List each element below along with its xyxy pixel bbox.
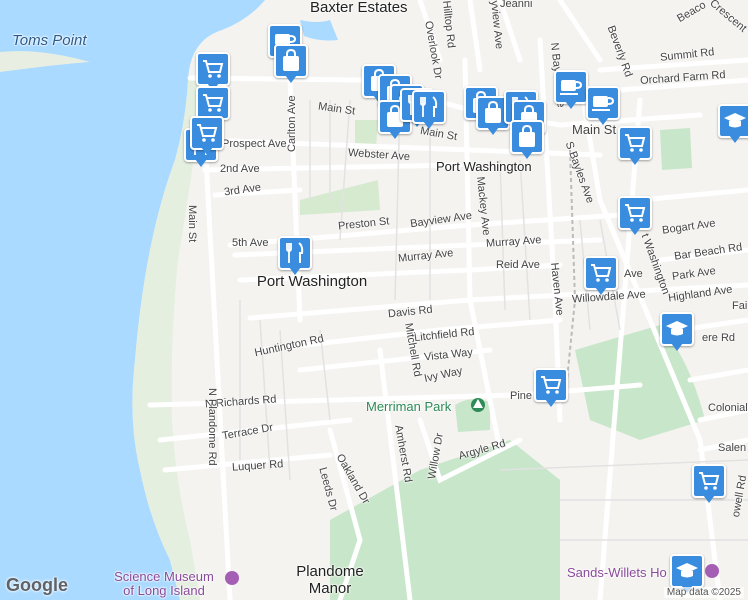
marker-pointer bbox=[671, 343, 683, 351]
grocery-cart-icon bbox=[584, 256, 618, 290]
grocery-cart-icon bbox=[190, 116, 224, 150]
street-label: N Plandome Rd bbox=[206, 388, 218, 466]
marker-pointer bbox=[565, 101, 577, 109]
map-marker-grocery-cart[interactable] bbox=[534, 368, 568, 408]
poi-label-merriman-park[interactable]: Merriman Park bbox=[366, 399, 451, 414]
place-label-port-washington: Port Washington bbox=[256, 273, 368, 290]
map-marker-grocery-cart[interactable] bbox=[584, 256, 618, 296]
coffee-icon bbox=[554, 70, 588, 104]
map-marker-school[interactable] bbox=[718, 104, 748, 144]
marker-pointer bbox=[487, 127, 499, 135]
map-marker-grocery-cart[interactable] bbox=[618, 126, 652, 166]
grocery-cart-icon bbox=[534, 368, 568, 402]
street-label: Fai bbox=[732, 300, 748, 312]
map-marker-grocery-cart[interactable] bbox=[190, 116, 224, 156]
coffee-icon bbox=[586, 86, 620, 120]
marker-pointer bbox=[629, 227, 641, 235]
map-marker-grocery-cart[interactable] bbox=[618, 196, 652, 236]
marker-pointer bbox=[629, 157, 641, 165]
street-label: 2nd Ave bbox=[220, 163, 260, 175]
grocery-cart-icon bbox=[618, 196, 652, 230]
grocery-cart-icon bbox=[618, 126, 652, 160]
place-label-plandome-manor: Plandome Manor bbox=[296, 563, 364, 597]
grocery-cart-icon bbox=[196, 52, 230, 86]
marker-pointer bbox=[423, 121, 435, 129]
street-label: Jeanni bbox=[500, 0, 533, 10]
school-icon bbox=[660, 312, 694, 346]
marker-pointer bbox=[285, 75, 297, 83]
map-marker-coffee[interactable] bbox=[586, 86, 620, 126]
map-marker-restaurant[interactable] bbox=[412, 90, 446, 130]
street-label: 5th Ave bbox=[232, 237, 269, 249]
school-icon bbox=[670, 554, 704, 588]
museum-marker-icon bbox=[705, 564, 719, 578]
poi-label-sands-willets[interactable]: Sands-Willets Ho bbox=[567, 565, 667, 580]
marker-pointer bbox=[595, 287, 607, 295]
grocery-cart-icon bbox=[692, 464, 726, 498]
marker-pointer bbox=[389, 131, 401, 139]
restaurant-icon bbox=[412, 90, 446, 124]
marker-pointer bbox=[729, 135, 741, 143]
grocery-cart-icon bbox=[196, 86, 230, 120]
marker-pointer bbox=[201, 147, 213, 155]
place-label-port-washington-north: Port Washington bbox=[436, 159, 532, 174]
shopping-bag-icon bbox=[274, 44, 308, 78]
street-label: Main St bbox=[186, 205, 198, 243]
street-label: Reid Ave bbox=[496, 259, 540, 271]
map-marker-school[interactable] bbox=[660, 312, 694, 352]
map-marker-grocery-cart[interactable] bbox=[692, 464, 726, 504]
marker-pointer bbox=[195, 159, 207, 167]
street-label: Carlton Ave bbox=[286, 95, 298, 152]
map-marker-restaurant[interactable] bbox=[278, 236, 312, 276]
marker-pointer bbox=[289, 267, 301, 275]
map-marker-shopping-bag[interactable] bbox=[274, 44, 308, 84]
restaurant-icon bbox=[278, 236, 312, 270]
street-label: Prospect Ave bbox=[222, 138, 287, 150]
poi-label-science-museum[interactable]: Science Museum of Long Island bbox=[108, 570, 220, 598]
marker-pointer bbox=[597, 117, 609, 125]
place-label-baxter-estates: Baxter Estates bbox=[310, 0, 408, 16]
street-label: Colonial bbox=[708, 402, 748, 414]
shopping-bag-icon bbox=[510, 120, 544, 154]
street-label: Salen bbox=[718, 442, 747, 454]
street-label: Ave bbox=[624, 268, 643, 280]
school-icon bbox=[718, 104, 748, 138]
street-label: ere Rd bbox=[702, 332, 736, 344]
map-marker-coffee[interactable] bbox=[554, 70, 588, 110]
place-label-toms-point: Toms Point bbox=[12, 32, 87, 49]
map-marker-shopping-bag[interactable] bbox=[510, 120, 544, 160]
marker-pointer bbox=[545, 399, 557, 407]
map-canvas[interactable]: Baxter Estates Toms Point Port Washingto… bbox=[0, 0, 748, 600]
marker-pointer bbox=[703, 495, 715, 503]
map-attribution[interactable]: Map data ©2025 bbox=[663, 587, 744, 598]
marker-pointer bbox=[521, 151, 533, 159]
museum-marker-icon bbox=[225, 571, 239, 585]
street-label: Pine bbox=[510, 390, 533, 402]
google-logo: Google bbox=[6, 575, 68, 595]
